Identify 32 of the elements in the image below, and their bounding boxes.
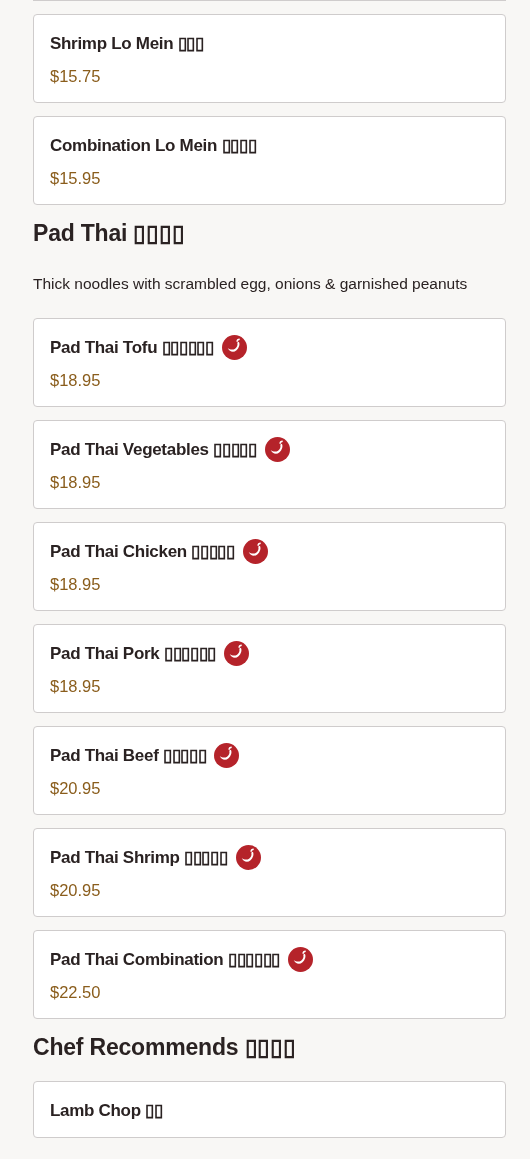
item-name: Pad Thai Vegetables ▯▯▯▯▯	[50, 438, 257, 460]
item-price: $18.95	[50, 575, 102, 594]
item-name: Combination Lo Mein ▯▯▯▯	[50, 134, 257, 156]
item-price: $20.95	[50, 881, 102, 900]
item-name: Pad Thai Chicken ▯▯▯▯▯	[50, 540, 235, 562]
item-name: Shrimp Lo Mein ▯▯▯	[50, 32, 204, 54]
menu-item-card[interactable]: Pad Thai Chicken ▯▯▯▯▯ $18.95	[33, 522, 506, 611]
item-name: Pad Thai Tofu ▯▯▯▯▯▯	[50, 336, 214, 358]
item-price: $15.75	[50, 67, 102, 86]
section-heading: Chef Recommends ▯▯▯▯	[33, 1033, 297, 1062]
item-price: $20.95	[50, 779, 102, 798]
item-name: Pad Thai Shrimp ▯▯▯▯▯	[50, 846, 228, 868]
menu-item-card[interactable]: Pad Thai Shrimp ▯▯▯▯▯ $20.95	[33, 828, 506, 917]
item-name: Lamb Chop ▯▯	[50, 1099, 163, 1121]
menu-item-card[interactable]: Pad Thai Combination ▯▯▯▯▯▯ $22.50	[33, 930, 506, 1019]
menu-item-card[interactable]: Pad Thai Pork ▯▯▯▯▯▯ $18.95	[33, 624, 506, 713]
item-name: Pad Thai Pork ▯▯▯▯▯▯	[50, 642, 217, 664]
item-price: $15.95	[50, 169, 102, 188]
menu-item-card[interactable]: Shrimp Lo Mein ▯▯▯ $15.75	[33, 14, 506, 103]
menu-item-card[interactable]: Combination Lo Mein ▯▯▯▯ $15.95	[33, 116, 506, 205]
item-price: $18.95	[50, 473, 102, 492]
menu-item-card[interactable]: Pad Thai Tofu ▯▯▯▯▯▯ $18.95	[33, 318, 506, 407]
section-description: Thick noodles with scrambled egg, onions & garnished peanuts	[33, 274, 469, 294]
item-price: $18.95	[50, 371, 102, 390]
item-name: Pad Thai Combination ▯▯▯▯▯▯	[50, 948, 281, 970]
section-heading: Pad Thai ▯▯▯▯	[33, 219, 186, 248]
menu-item-card[interactable]: Pad Thai Beef ▯▯▯▯▯ $20.95	[33, 726, 506, 815]
item-price: $22.50	[50, 983, 102, 1002]
menu-item-card[interactable]: Pad Thai Vegetables ▯▯▯▯▯ $18.95	[33, 420, 506, 509]
menu-item-card[interactable]: Lamb Chop ▯▯	[33, 1081, 506, 1138]
item-name: Pad Thai Beef ▯▯▯▯▯	[50, 744, 207, 766]
item-price: $18.95	[50, 677, 102, 696]
